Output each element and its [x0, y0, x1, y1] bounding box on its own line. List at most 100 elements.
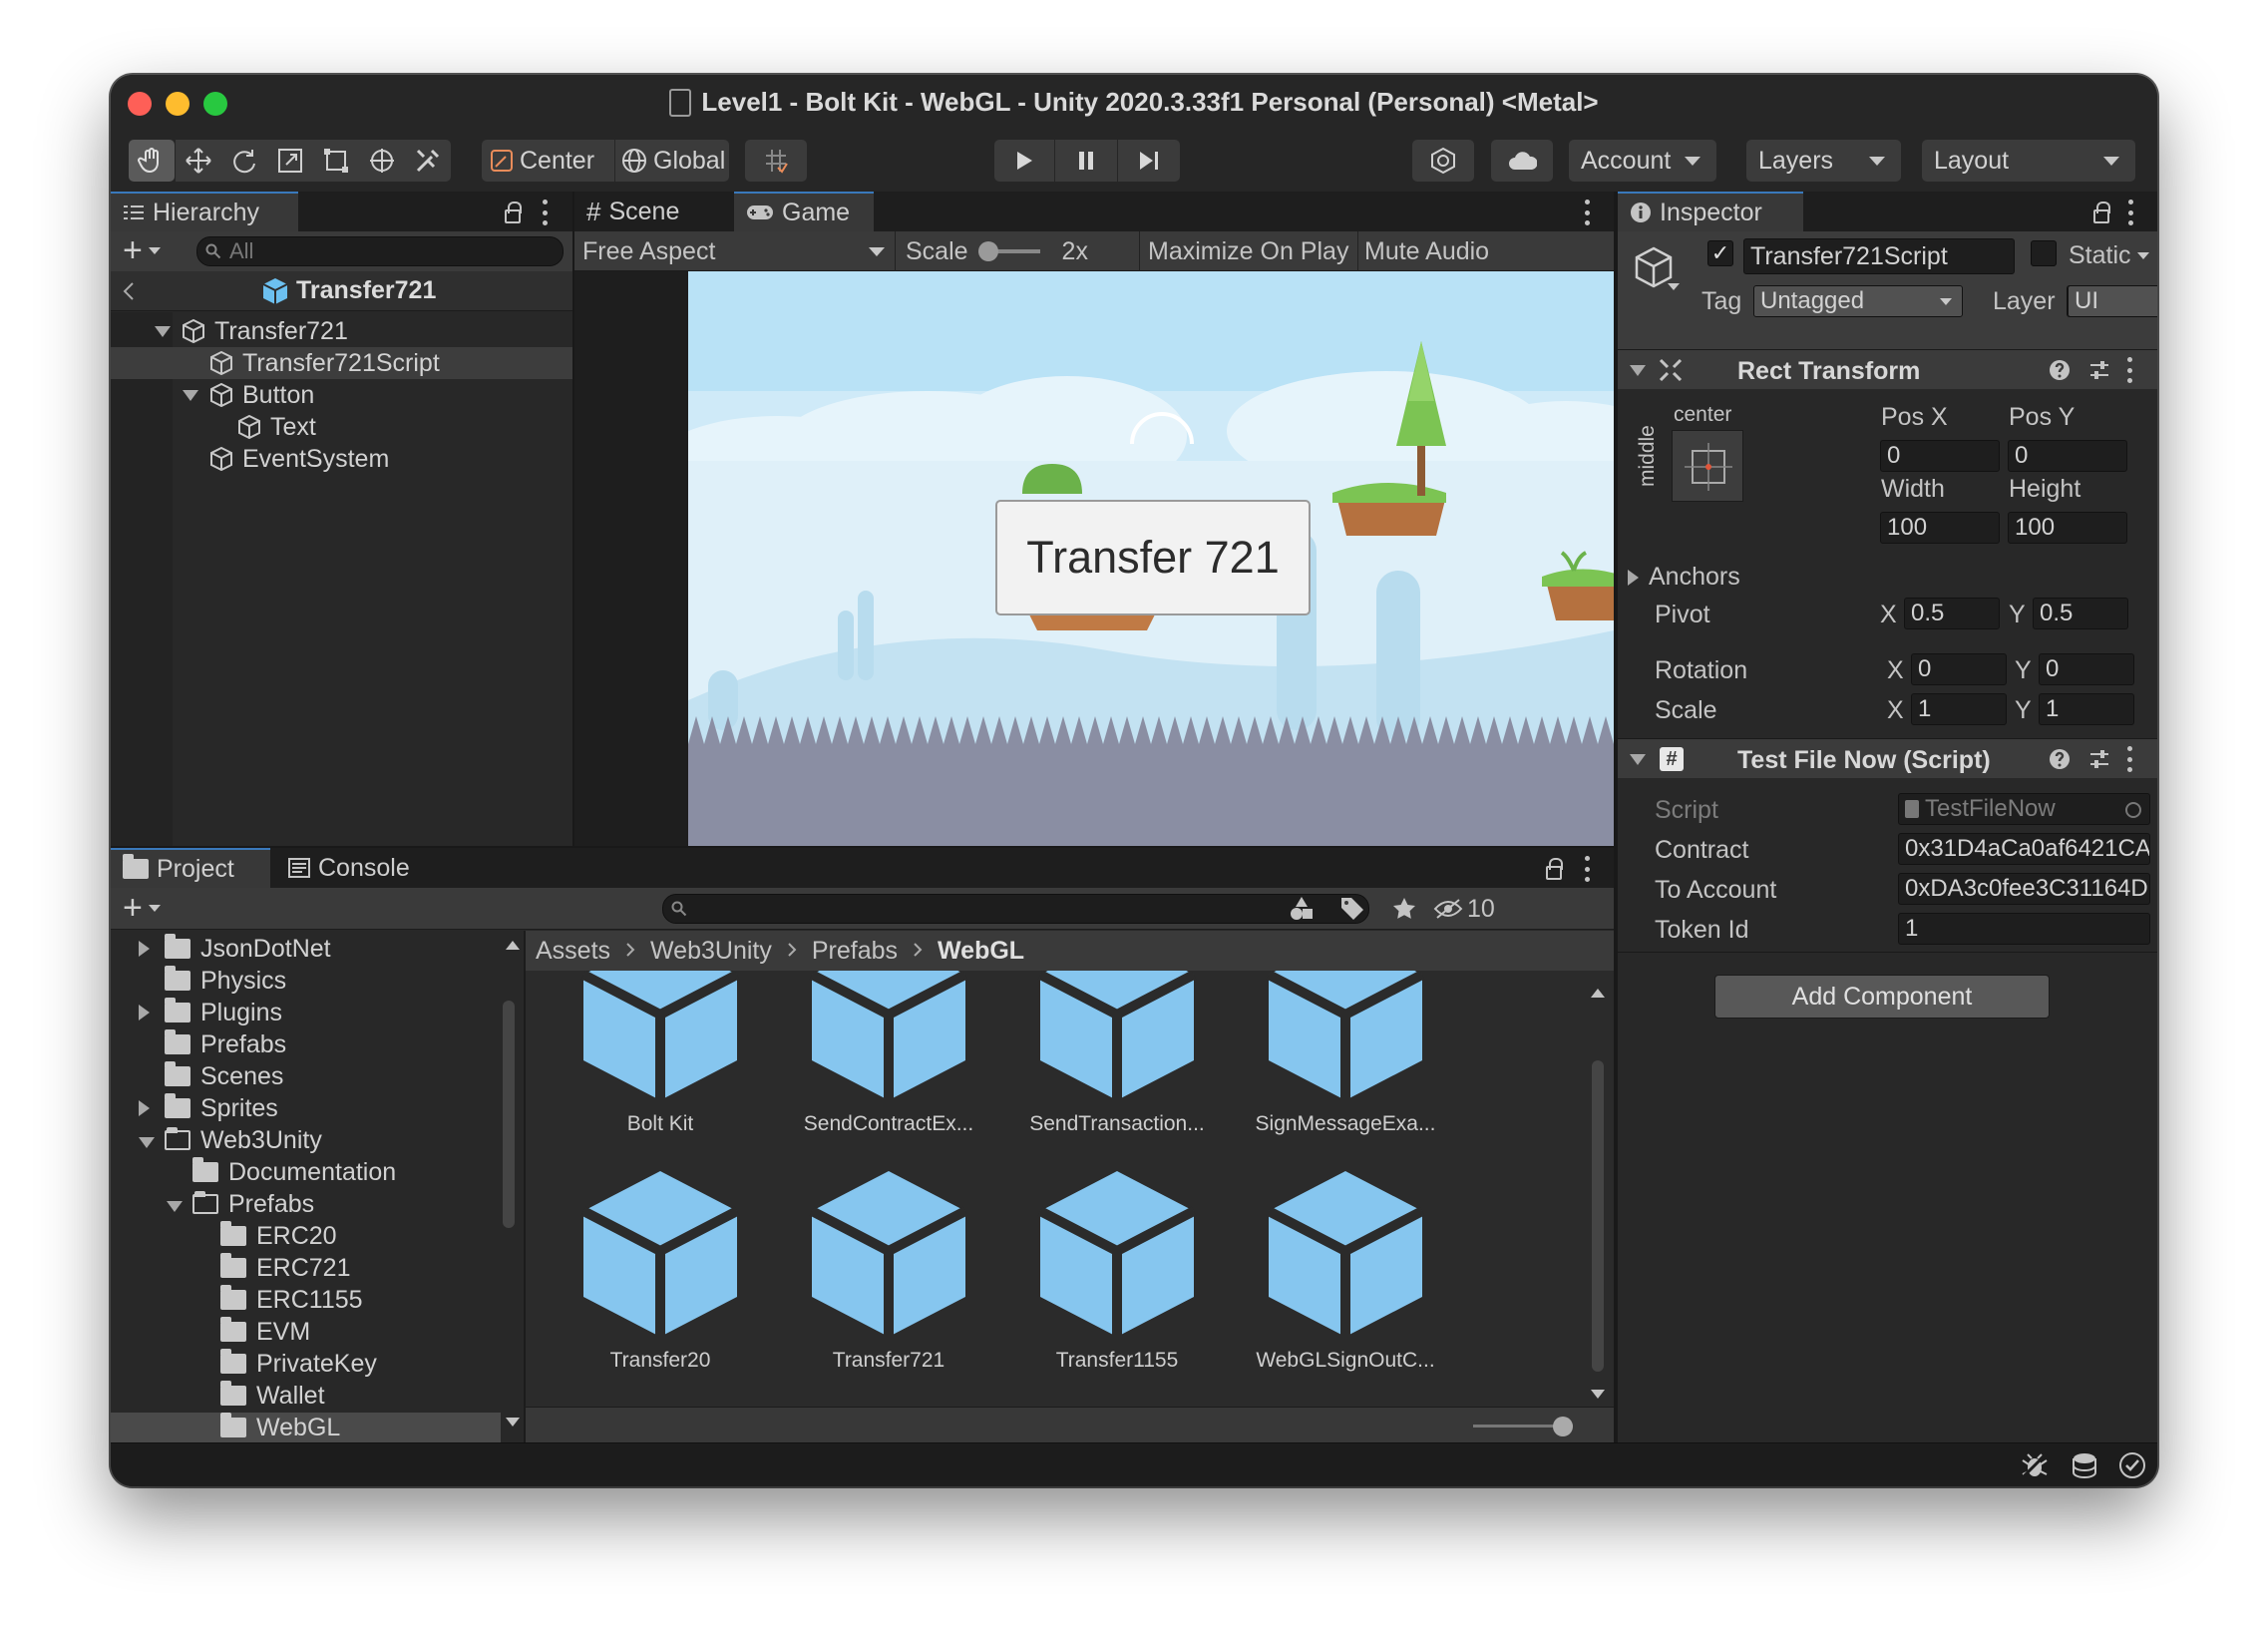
- object-name-field[interactable]: Transfer721Script: [1743, 238, 2015, 274]
- more-options-icon[interactable]: [1585, 856, 1591, 882]
- lock-icon[interactable]: [2093, 202, 2110, 223]
- maximize-on-play-toggle[interactable]: Maximize On Play: [1139, 231, 1356, 271]
- close-window-button[interactable]: [128, 92, 152, 116]
- breadcrumb-item[interactable]: Assets: [536, 937, 610, 966]
- prefab-asset[interactable]: Bolt Kit: [556, 971, 765, 1136]
- rotation-x-field[interactable]: 0: [1911, 653, 2007, 685]
- anchor-preset-button[interactable]: [1672, 430, 1743, 502]
- presets-icon[interactable]: [2088, 748, 2110, 770]
- tag-dropdown[interactable]: Untagged: [1753, 285, 1963, 317]
- expanded-arrow-icon[interactable]: [167, 1190, 192, 1219]
- folder-tree-item[interactable]: EVM: [111, 1317, 523, 1347]
- scroll-down-icon[interactable]: [1591, 1390, 1605, 1399]
- back-chevron-icon[interactable]: [121, 280, 137, 302]
- rect-tool-button[interactable]: [313, 140, 359, 182]
- aspect-dropdown[interactable]: Free Aspect: [574, 231, 896, 271]
- layout-dropdown[interactable]: Layout: [1922, 140, 2135, 182]
- search-by-type-icon[interactable]: [1288, 895, 1316, 923]
- folder-tree-item[interactable]: ERC1155: [111, 1285, 523, 1315]
- breadcrumb-item[interactable]: Prefabs: [812, 937, 898, 966]
- hierarchy-item[interactable]: Text: [111, 411, 572, 443]
- hierarchy-item[interactable]: Transfer721: [111, 315, 572, 347]
- more-options-icon[interactable]: [2127, 357, 2133, 383]
- collapsed-arrow-icon[interactable]: [139, 1094, 165, 1123]
- pivot-rotation-toggle[interactable]: Global: [615, 140, 729, 182]
- tab-game[interactable]: Game: [734, 192, 874, 231]
- height-field[interactable]: 100: [2008, 512, 2127, 544]
- prefab-asset[interactable]: Transfer20: [556, 1167, 765, 1373]
- tab-project[interactable]: Project: [111, 848, 270, 888]
- folder-tree-item[interactable]: WebGL: [111, 1413, 501, 1442]
- prefab-asset[interactable]: SignMessageExa...: [1241, 971, 1450, 1136]
- presets-icon[interactable]: [2088, 359, 2110, 381]
- expand-arrow-icon[interactable]: [155, 325, 171, 337]
- favorite-star-icon[interactable]: [1391, 896, 1417, 922]
- prefab-asset[interactable]: Transfer721: [784, 1167, 993, 1373]
- label-tag-icon[interactable]: [1339, 896, 1365, 922]
- layers-dropdown[interactable]: Layers: [1746, 140, 1901, 182]
- layer-dropdown[interactable]: UI: [2068, 285, 2157, 317]
- step-button[interactable]: [1118, 140, 1180, 182]
- chevron-down-icon[interactable]: [1668, 283, 1680, 290]
- folder-tree-item[interactable]: Wallet: [111, 1381, 523, 1411]
- help-icon[interactable]: [2049, 359, 2071, 381]
- collapse-arrow-icon[interactable]: [1630, 365, 1646, 376]
- folder-tree-item[interactable]: Scenes: [111, 1061, 523, 1091]
- custom-tool-button[interactable]: [405, 140, 451, 182]
- script-component-header[interactable]: # Test File Now (Script): [1618, 738, 2157, 778]
- scroll-down-icon[interactable]: [506, 1418, 520, 1427]
- breadcrumb-item[interactable]: Web3Unity: [650, 937, 772, 966]
- collapse-arrow-icon[interactable]: [1630, 754, 1646, 765]
- asset-scrollbar[interactable]: [1592, 1060, 1604, 1372]
- auto-generate-lighting-icon[interactable]: [2117, 1450, 2147, 1480]
- folder-tree-item[interactable]: Prefabs: [111, 1029, 523, 1059]
- folder-tree-item[interactable]: Physics: [111, 966, 523, 996]
- active-checkbox[interactable]: ✓: [1707, 240, 1733, 266]
- hierarchy-item[interactable]: Transfer721Script: [111, 347, 572, 379]
- scale-tool-button[interactable]: [267, 140, 313, 182]
- project-search-input[interactable]: [662, 894, 1369, 924]
- static-dropdown[interactable]: Static: [2069, 241, 2149, 270]
- folder-tree-item[interactable]: Sprites: [111, 1093, 523, 1123]
- minimize-window-button[interactable]: [166, 92, 189, 116]
- more-options-icon[interactable]: [543, 200, 549, 225]
- prefab-asset[interactable]: SendContractEx...: [784, 971, 993, 1136]
- object-picker-icon[interactable]: [2125, 802, 2141, 818]
- cache-server-icon[interactable]: [2070, 1450, 2099, 1480]
- hidden-packages-toggle[interactable]: 10: [1433, 888, 1495, 930]
- tab-console[interactable]: Console: [276, 848, 426, 888]
- width-field[interactable]: 100: [1880, 512, 2000, 544]
- folder-tree-scrollbar[interactable]: [503, 1001, 515, 1228]
- pivot-mode-toggle[interactable]: Center: [482, 140, 614, 182]
- pos-y-field[interactable]: 0: [2008, 440, 2127, 472]
- contract-field[interactable]: 0x31D4aCa0af6421CAFbB79F: [1898, 833, 2150, 865]
- lock-icon[interactable]: [505, 202, 522, 223]
- collapsed-arrow-icon[interactable]: [139, 935, 165, 964]
- pivot-x-field[interactable]: 0.5: [1904, 598, 2000, 629]
- scale-slider-knob[interactable]: [977, 241, 998, 261]
- breadcrumb-item[interactable]: WebGL: [938, 937, 1024, 966]
- add-component-button[interactable]: Add Component: [1714, 975, 2050, 1019]
- collab-button[interactable]: [1412, 140, 1474, 182]
- tab-hierarchy[interactable]: Hierarchy: [111, 192, 298, 231]
- bug-report-icon[interactable]: [2020, 1450, 2050, 1480]
- cloud-button[interactable]: [1491, 140, 1553, 182]
- folder-tree-item[interactable]: ERC20: [111, 1221, 523, 1251]
- hand-tool-button[interactable]: [129, 140, 175, 182]
- grid-snap-button[interactable]: [745, 140, 807, 182]
- folder-tree-item[interactable]: ERC721: [111, 1253, 523, 1283]
- scale-x-field[interactable]: 1: [1911, 693, 2007, 725]
- help-icon[interactable]: [2049, 748, 2071, 770]
- create-dropdown[interactable]: +: [123, 233, 161, 267]
- tab-inspector[interactable]: Inspector: [1618, 192, 1803, 231]
- more-options-icon[interactable]: [1585, 200, 1591, 225]
- hierarchy-item[interactable]: EventSystem: [111, 443, 572, 475]
- pivot-y-field[interactable]: 0.5: [2033, 598, 2128, 629]
- hierarchy-item[interactable]: Button: [111, 379, 572, 411]
- token-id-field[interactable]: 1: [1898, 913, 2150, 945]
- collapsed-arrow-icon[interactable]: [139, 999, 165, 1027]
- anchors-foldout[interactable]: Anchors: [1628, 563, 1740, 592]
- scale-y-field[interactable]: 1: [2039, 693, 2134, 725]
- prefab-asset[interactable]: WebGLSignOutC...: [1241, 1167, 1450, 1373]
- expanded-arrow-icon[interactable]: [139, 1126, 165, 1155]
